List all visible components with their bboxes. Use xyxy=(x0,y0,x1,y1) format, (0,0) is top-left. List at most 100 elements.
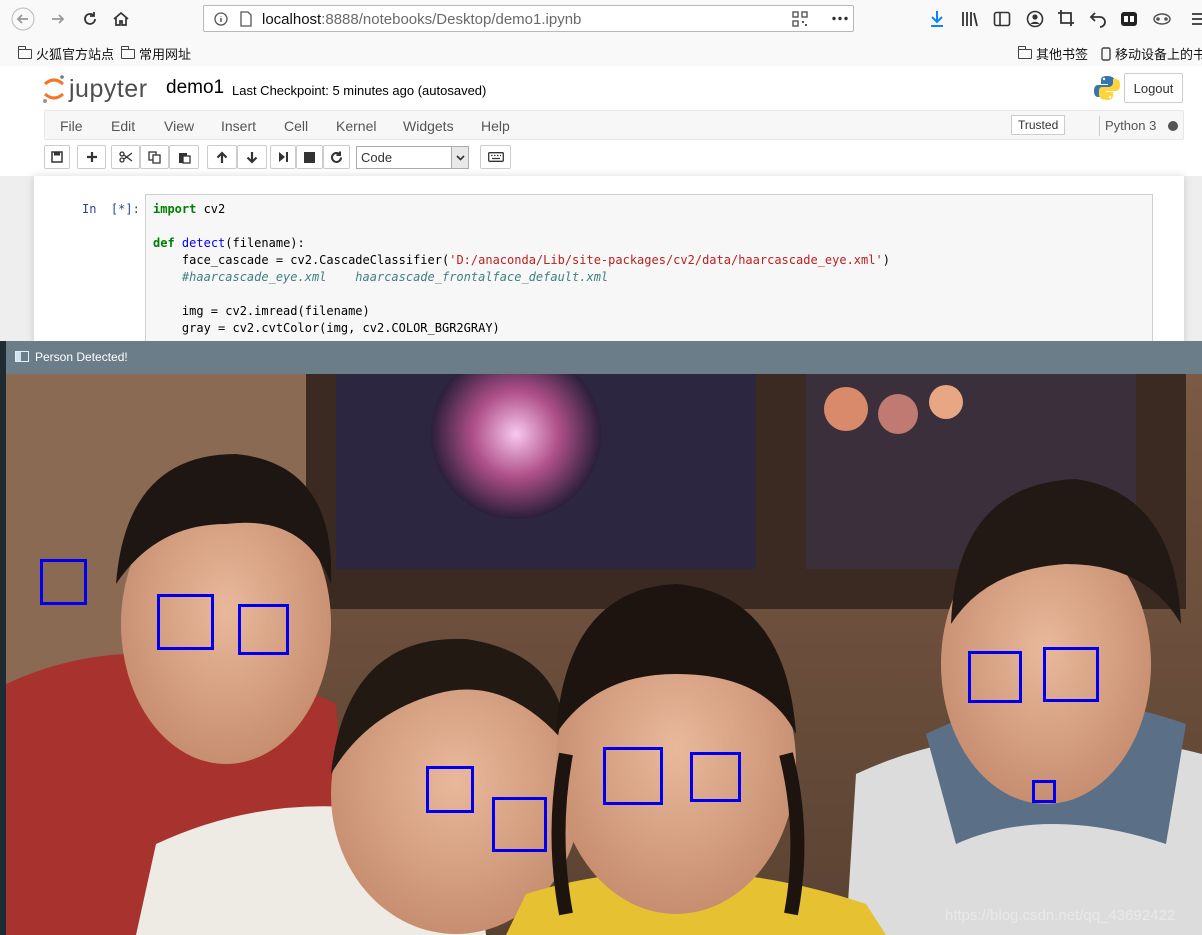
group-photo xyxy=(6,374,1202,935)
code-line: import cv2 xyxy=(153,202,226,216)
url-host: localhost xyxy=(262,11,322,28)
account-icon[interactable] xyxy=(1026,10,1044,28)
qr-code-icon[interactable] xyxy=(792,11,808,27)
folder-icon xyxy=(120,45,135,59)
bookmark-item[interactable]: 其他书签 xyxy=(1017,44,1089,63)
restart-icon xyxy=(331,151,342,163)
keyboard-icon xyxy=(487,152,504,162)
detection-box xyxy=(157,594,214,650)
command-palette-button[interactable] xyxy=(480,145,511,169)
cell-type-select[interactable]: Code xyxy=(356,146,469,169)
detection-result-image xyxy=(6,374,1202,935)
folder-icon xyxy=(17,45,32,59)
undo-icon[interactable] xyxy=(1089,10,1107,28)
home-icon xyxy=(113,11,129,26)
reload-icon xyxy=(84,12,96,25)
save-icon xyxy=(51,151,63,163)
kernel-busy-indicator xyxy=(1168,121,1178,131)
paste-button[interactable] xyxy=(169,145,199,169)
code-cell-editor[interactable]: import cv2 def detect(filename): face_ca… xyxy=(145,194,1153,344)
code-text: import cv2 def detect(filename): face_ca… xyxy=(146,195,1152,337)
interrupt-button[interactable] xyxy=(296,145,323,169)
code-line: face_cascade = cv2.CascadeClassifier('D:… xyxy=(153,253,890,267)
bookmark-label: 其他书签 xyxy=(1036,47,1089,62)
more-actions-icon[interactable] xyxy=(832,16,848,21)
bookmark-item[interactable]: 常用网址 xyxy=(120,44,191,63)
kernel-name: Python 3 xyxy=(1105,118,1157,133)
library-icon[interactable] xyxy=(961,10,979,28)
copy-button[interactable] xyxy=(140,145,169,169)
bookmark-label: 火狐官方站点 xyxy=(36,47,115,62)
code-line: gray = cv2.cvtColor(img, cv2.COLOR_BGR2G… xyxy=(153,321,500,335)
scissors-icon xyxy=(118,151,132,163)
back-arrow-icon xyxy=(11,7,35,31)
sync-icon[interactable] xyxy=(1152,10,1172,28)
extension-icon[interactable] xyxy=(1120,10,1138,28)
jupyter-logo[interactable]: jupyter xyxy=(42,74,148,104)
logout-button[interactable]: Logout xyxy=(1124,73,1183,103)
notebook-name[interactable]: demo1 xyxy=(166,77,224,99)
move-up-button[interactable] xyxy=(207,145,237,169)
stop-icon xyxy=(304,151,315,163)
detection-box xyxy=(238,604,289,655)
opencv-window-titlebar[interactable]: Person Detected! xyxy=(6,341,1202,374)
jupyter-logo-text: jupyter xyxy=(69,74,148,103)
detection-box xyxy=(603,747,663,805)
detection-box xyxy=(1043,647,1099,702)
run-button[interactable] xyxy=(270,145,296,169)
python-logo-icon xyxy=(1094,76,1120,100)
menu-help[interactable]: Help xyxy=(481,118,510,134)
paste-icon xyxy=(178,152,191,164)
kernel-separator xyxy=(1099,116,1100,136)
bookmark-label: 移动设备上的书签 xyxy=(1115,47,1202,62)
crop-icon[interactable] xyxy=(1057,9,1075,27)
menu-widgets[interactable]: Widgets xyxy=(403,118,454,134)
info-icon[interactable] xyxy=(214,12,228,26)
restart-button[interactable] xyxy=(323,145,350,169)
download-icon[interactable] xyxy=(929,10,945,28)
folder-icon xyxy=(1017,45,1032,59)
save-button[interactable] xyxy=(44,145,70,169)
notebook-menubar: File Edit View Insert Cell Kernel Widget… xyxy=(44,110,1184,140)
browser-navbar: localhost:8888/notebooks/Desktop/demo1.i… xyxy=(0,0,1202,38)
notebook-toolbar: Code xyxy=(44,145,1184,171)
jupyter-header: jupyter demo1 Last Checkpoint: 5 minutes… xyxy=(0,66,1202,110)
move-down-button[interactable] xyxy=(237,145,267,169)
checkpoint-status: Last Checkpoint: 5 minutes ago (autosave… xyxy=(232,83,487,98)
page-icon xyxy=(240,11,252,27)
menu-cell[interactable]: Cell xyxy=(284,118,308,134)
forward-button[interactable] xyxy=(43,4,73,34)
jupyter-logo-icon xyxy=(43,75,64,103)
trusted-badge[interactable]: Trusted xyxy=(1011,115,1066,135)
menu-kernel[interactable]: Kernel xyxy=(336,118,376,134)
cut-button[interactable] xyxy=(111,145,140,169)
notebook-area: In [*]: import cv2 def detect(filename):… xyxy=(0,176,1202,344)
detection-box xyxy=(968,651,1022,703)
url-path: :8888/notebooks/Desktop/demo1.ipynb xyxy=(321,11,582,28)
notebook-container: In [*]: import cv2 def detect(filename):… xyxy=(34,176,1184,344)
menu-edit[interactable]: Edit xyxy=(111,118,135,134)
detection-box xyxy=(1032,780,1056,803)
menu-icon[interactable] xyxy=(1190,11,1202,27)
cell-type-value: Code xyxy=(361,150,393,165)
url-text[interactable]: localhost:8888/notebooks/Desktop/demo1.i… xyxy=(262,11,581,28)
bookmark-item[interactable]: 火狐官方站点 xyxy=(17,44,115,63)
detection-box xyxy=(690,752,741,802)
home-button[interactable] xyxy=(106,4,136,34)
menu-insert[interactable]: Insert xyxy=(221,118,256,134)
menu-view[interactable]: View xyxy=(164,118,194,134)
reload-button[interactable] xyxy=(75,4,105,34)
url-bar[interactable]: localhost:8888/notebooks/Desktop/demo1.i… xyxy=(203,5,854,32)
back-button[interactable] xyxy=(8,4,38,34)
opencv-window-title: Person Detected! xyxy=(35,350,128,364)
arrow-down-icon xyxy=(246,151,258,164)
cell-input-prompt: In [*]: xyxy=(82,202,140,216)
plus-icon xyxy=(86,152,97,162)
arrow-up-icon xyxy=(216,150,228,163)
insert-cell-button[interactable] xyxy=(77,145,106,169)
watermark-text: https://blog.csdn.net/qq_43692422 xyxy=(945,907,1176,924)
detection-box xyxy=(40,559,87,605)
menu-file[interactable]: File xyxy=(60,118,83,134)
bookmark-item[interactable]: 移动设备上的书签 xyxy=(1101,44,1202,63)
sidebar-icon[interactable] xyxy=(993,10,1011,28)
